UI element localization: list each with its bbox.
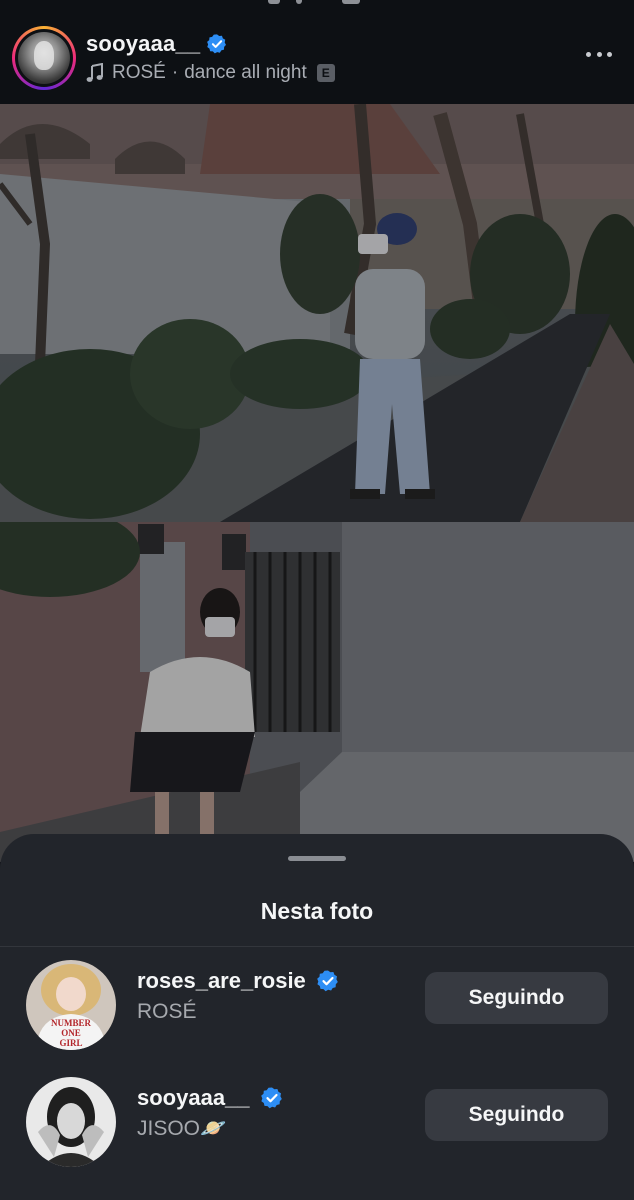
explicit-badge: E — [316, 64, 335, 82]
post-photo-2[interactable] — [0, 522, 634, 862]
username-text: roses_are_rosie — [137, 968, 306, 993]
in-this-photo-sheet: Nesta foto NUMBER ONE GIRL roses_are_ros… — [0, 834, 634, 1200]
following-button[interactable]: Seguindo — [425, 972, 608, 1024]
post-author-username[interactable]: sooyaaa__ — [86, 31, 200, 57]
tagged-user-row[interactable]: sooyaaa__ JISOO🪐 Seguindo — [0, 1077, 634, 1177]
post-photo-1[interactable] — [0, 104, 634, 522]
tagged-user-avatar[interactable]: NUMBER ONE GIRL — [26, 960, 116, 1050]
sheet-grabber[interactable] — [288, 856, 346, 861]
sheet-divider — [0, 946, 634, 947]
sheet-title: Nesta foto — [260, 898, 374, 924]
verified-badge-icon — [316, 969, 338, 992]
music-artist: ROSÉ — [112, 62, 166, 83]
ringed-planet-emoji: 🪐 — [200, 1117, 227, 1140]
tagged-user-avatar[interactable] — [26, 1077, 116, 1167]
status-bar-fragment — [0, 0, 634, 10]
post-author-avatar[interactable] — [12, 26, 76, 90]
music-song: dance all night — [184, 62, 307, 83]
tagged-user-username[interactable]: sooyaaa__ — [137, 1085, 282, 1111]
shirt-text-line-3: GIRL — [59, 1038, 82, 1048]
verified-badge-icon — [206, 33, 228, 55]
tagged-user-username[interactable]: roses_are_rosie — [137, 968, 338, 994]
post-header: sooyaaa__ ROSÉ · dance all night E — [0, 0, 634, 104]
more-options-icon[interactable] — [586, 44, 612, 64]
username-text: sooyaaa__ — [137, 1085, 250, 1110]
shirt-text-line-1: NUMBER — [51, 1018, 91, 1028]
fullname-text: JISOO — [137, 1117, 201, 1140]
music-separator: · — [171, 62, 179, 83]
music-note-icon — [86, 63, 103, 82]
tagged-user-fullname: JISOO🪐 — [137, 1117, 226, 1141]
post-view: sooyaaa__ ROSÉ · dance all night E Nesta… — [0, 0, 634, 1200]
post-music-info[interactable]: ROSÉ · dance all night E — [86, 60, 335, 86]
following-button[interactable]: Seguindo — [425, 1089, 608, 1141]
tagged-user-fullname: ROSÉ — [137, 1000, 197, 1023]
tagged-user-row[interactable]: NUMBER ONE GIRL roses_are_rosie ROSÉ Seg… — [0, 960, 634, 1060]
shirt-text-line-2: ONE — [61, 1028, 81, 1038]
verified-badge-icon — [260, 1086, 282, 1109]
